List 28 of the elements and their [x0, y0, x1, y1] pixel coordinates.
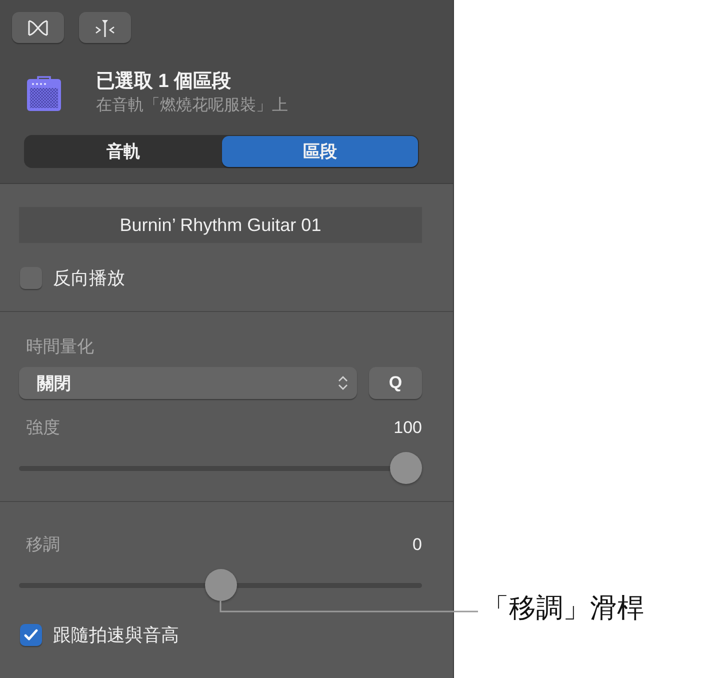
tab[interactable]: 區段: [222, 136, 418, 167]
pin-arrows-icon: [94, 18, 116, 36]
checkmark-icon: [24, 629, 38, 641]
checkbox-label: 反向播放: [53, 267, 125, 289]
transpose-slider[interactable]: [19, 569, 422, 601]
quantize-button[interactable]: Q: [369, 367, 422, 399]
selection-title: 已選取 1 個區段: [96, 70, 232, 94]
crossed-curves-icon: [27, 20, 49, 36]
callout-label: 「移調」滑桿: [482, 592, 644, 625]
slider-value: 0: [412, 534, 422, 556]
slider-thumb[interactable]: [204, 569, 236, 601]
slider-value: 100: [394, 417, 422, 439]
crossfade-button[interactable]: [12, 12, 64, 43]
checkbox[interactable]: [20, 624, 42, 646]
quantize-dropdown[interactable]: 關閉: [19, 367, 357, 399]
slider-label: 強度: [26, 417, 60, 439]
checkbox[interactable]: [20, 267, 42, 289]
region-name-field[interactable]: Burnin’ Rhythm Guitar 01: [19, 207, 422, 243]
checkbox-label: 跟隨拍速與音高: [53, 624, 179, 646]
strength-slider[interactable]: [19, 452, 422, 484]
slider-thumb[interactable]: [390, 452, 422, 484]
slider-label: 移調: [26, 534, 60, 556]
up-down-chevron-icon: [338, 375, 348, 391]
selection-subtitle: 在音軌「燃燒花呢服裝」上: [96, 96, 288, 116]
amplifier-icon: [27, 75, 61, 111]
marker-button[interactable]: [79, 12, 131, 43]
tab[interactable]: 音軌: [25, 136, 222, 167]
field-label: 時間量化: [26, 336, 94, 358]
